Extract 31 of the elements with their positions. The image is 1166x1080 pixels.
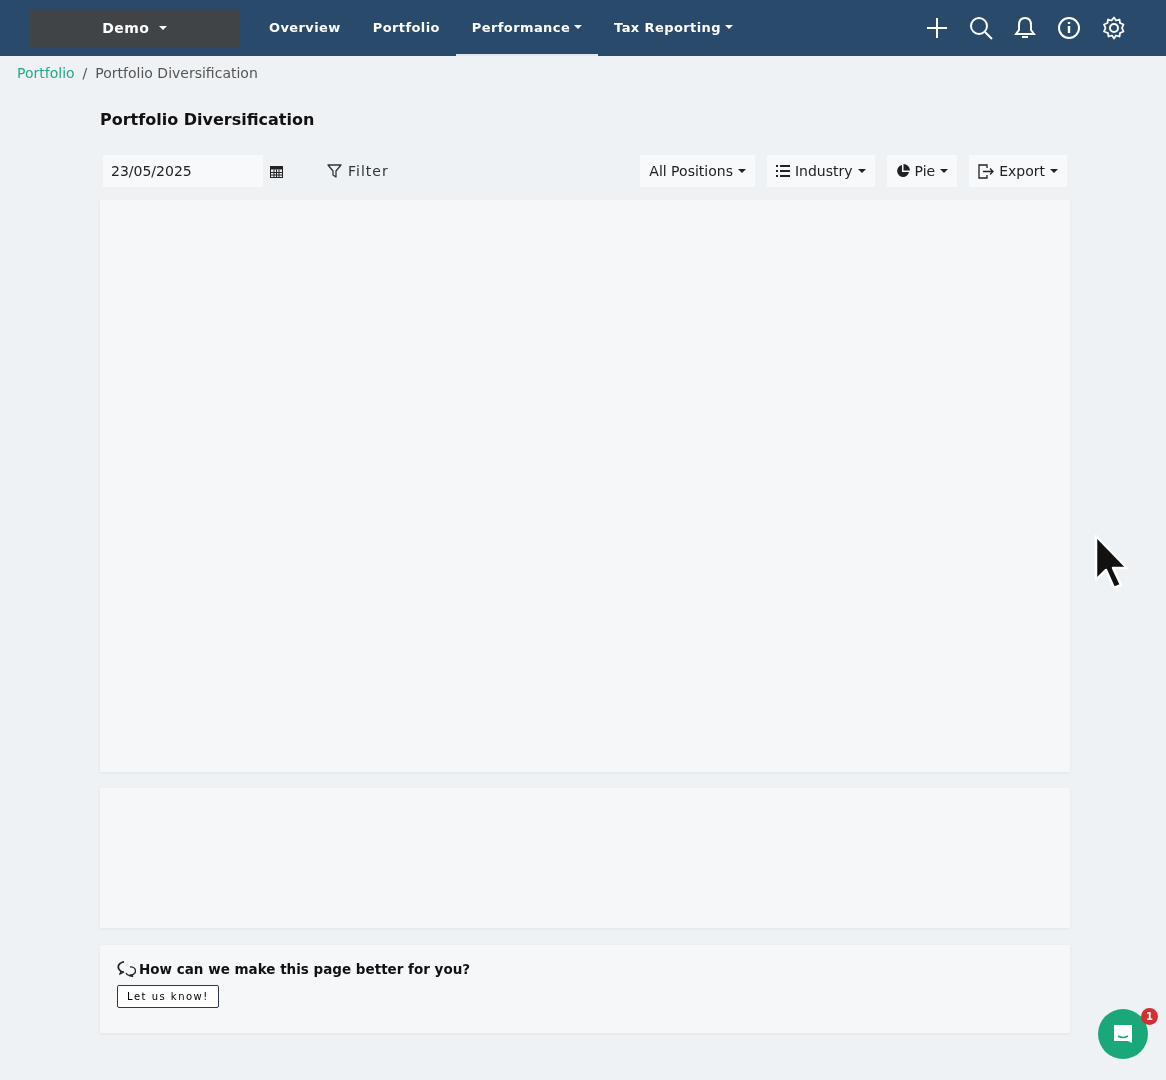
date-field[interactable]: 23/05/2025: [103, 155, 263, 187]
filter-icon: [327, 164, 342, 178]
dropdown-button[interactable]: Export: [969, 155, 1067, 187]
export-icon: [978, 163, 995, 179]
notification-badge: 1: [1141, 1008, 1158, 1025]
nav-tab[interactable]: Overview: [253, 0, 357, 56]
dropdown-button[interactable]: All Positions: [640, 155, 755, 187]
add-icon[interactable]: [926, 17, 948, 39]
feedback-question: How can we make this page better for you?: [139, 961, 471, 977]
chat-icon: [1112, 1023, 1134, 1045]
settings-icon[interactable]: [1102, 16, 1126, 40]
filter-button[interactable]: Filter: [321, 162, 395, 180]
nav-tab[interactable]: Performance: [455, 0, 599, 56]
chat-launcher-button[interactable]: [1098, 1009, 1148, 1059]
info-icon[interactable]: [1057, 16, 1081, 40]
search-icon[interactable]: [969, 16, 993, 40]
breadcrumb-current: Portfolio Diversification: [95, 65, 258, 81]
list-icon: [775, 165, 790, 177]
breadcrumb-separator: /: [82, 65, 88, 81]
feedback-button[interactable]: Let us know!: [117, 985, 219, 1008]
nav-tab[interactable]: Tax Reporting: [598, 0, 749, 56]
bell-icon[interactable]: [1014, 16, 1036, 40]
mouse-pointer-icon: [1094, 534, 1130, 590]
pie-chart-icon: [895, 164, 910, 178]
chat-bubbles-icon: [117, 961, 136, 977]
dropdown-button[interactable]: Pie: [886, 155, 958, 187]
calendar-icon[interactable]: [270, 164, 283, 178]
nav-tab[interactable]: Portfolio: [356, 0, 456, 56]
dropdown-button[interactable]: Industry: [766, 155, 875, 187]
account-menu-button[interactable]: Demo: [30, 8, 239, 48]
page-title: Portfolio Diversification: [100, 110, 316, 129]
